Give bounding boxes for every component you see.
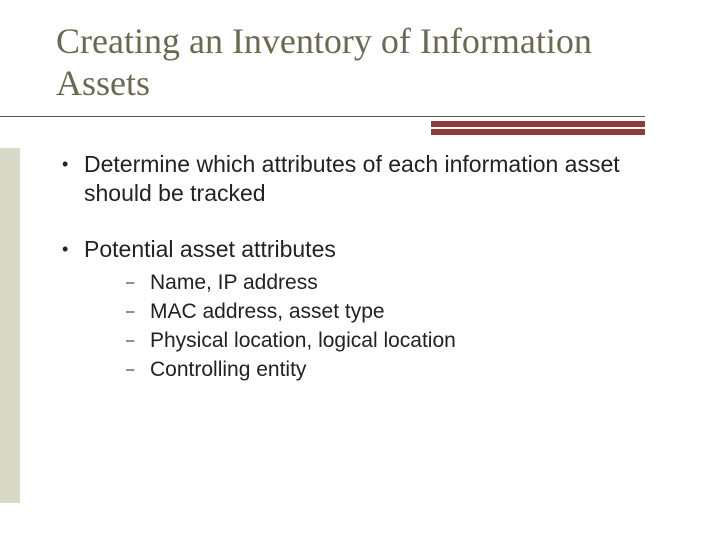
dash-icon: – <box>126 328 150 355</box>
dash-icon: – <box>126 357 150 384</box>
dash-icon: – <box>126 270 150 297</box>
sub-bullet-text: MAC address, asset type <box>150 299 662 326</box>
accent-bars <box>431 119 645 135</box>
accent-bar <box>431 129 645 135</box>
bullet-icon: • <box>62 235 84 264</box>
sub-bullet-item: – Physical location, logical location <box>126 328 662 355</box>
sub-bullet-text: Name, IP address <box>150 270 662 297</box>
slide: Creating an Inventory of Information Ass… <box>0 0 720 540</box>
left-gutter <box>0 148 20 503</box>
sub-bullet-item: – MAC address, asset type <box>126 299 662 326</box>
sub-bullet-item: – Name, IP address <box>126 270 662 297</box>
horizontal-rule <box>0 116 645 117</box>
bullet-text: Determine which attributes of each infor… <box>84 150 662 209</box>
bullet-item: • Potential asset attributes <box>62 235 662 264</box>
sub-bullet-text: Controlling entity <box>150 357 662 384</box>
bullet-icon: • <box>62 150 84 209</box>
title-block: Creating an Inventory of Information Ass… <box>56 20 666 105</box>
content-area: • Determine which attributes of each inf… <box>62 150 662 386</box>
bullet-text: Potential asset attributes <box>84 235 662 264</box>
slide-title: Creating an Inventory of Information Ass… <box>56 20 666 105</box>
sub-bullet-item: – Controlling entity <box>126 357 662 384</box>
dash-icon: – <box>126 299 150 326</box>
divider-area <box>0 116 720 117</box>
sub-bullet-text: Physical location, logical location <box>150 328 662 355</box>
bullet-item: • Determine which attributes of each inf… <box>62 150 662 209</box>
sub-bullet-list: – Name, IP address – MAC address, asset … <box>126 270 662 384</box>
accent-bar <box>431 121 645 127</box>
